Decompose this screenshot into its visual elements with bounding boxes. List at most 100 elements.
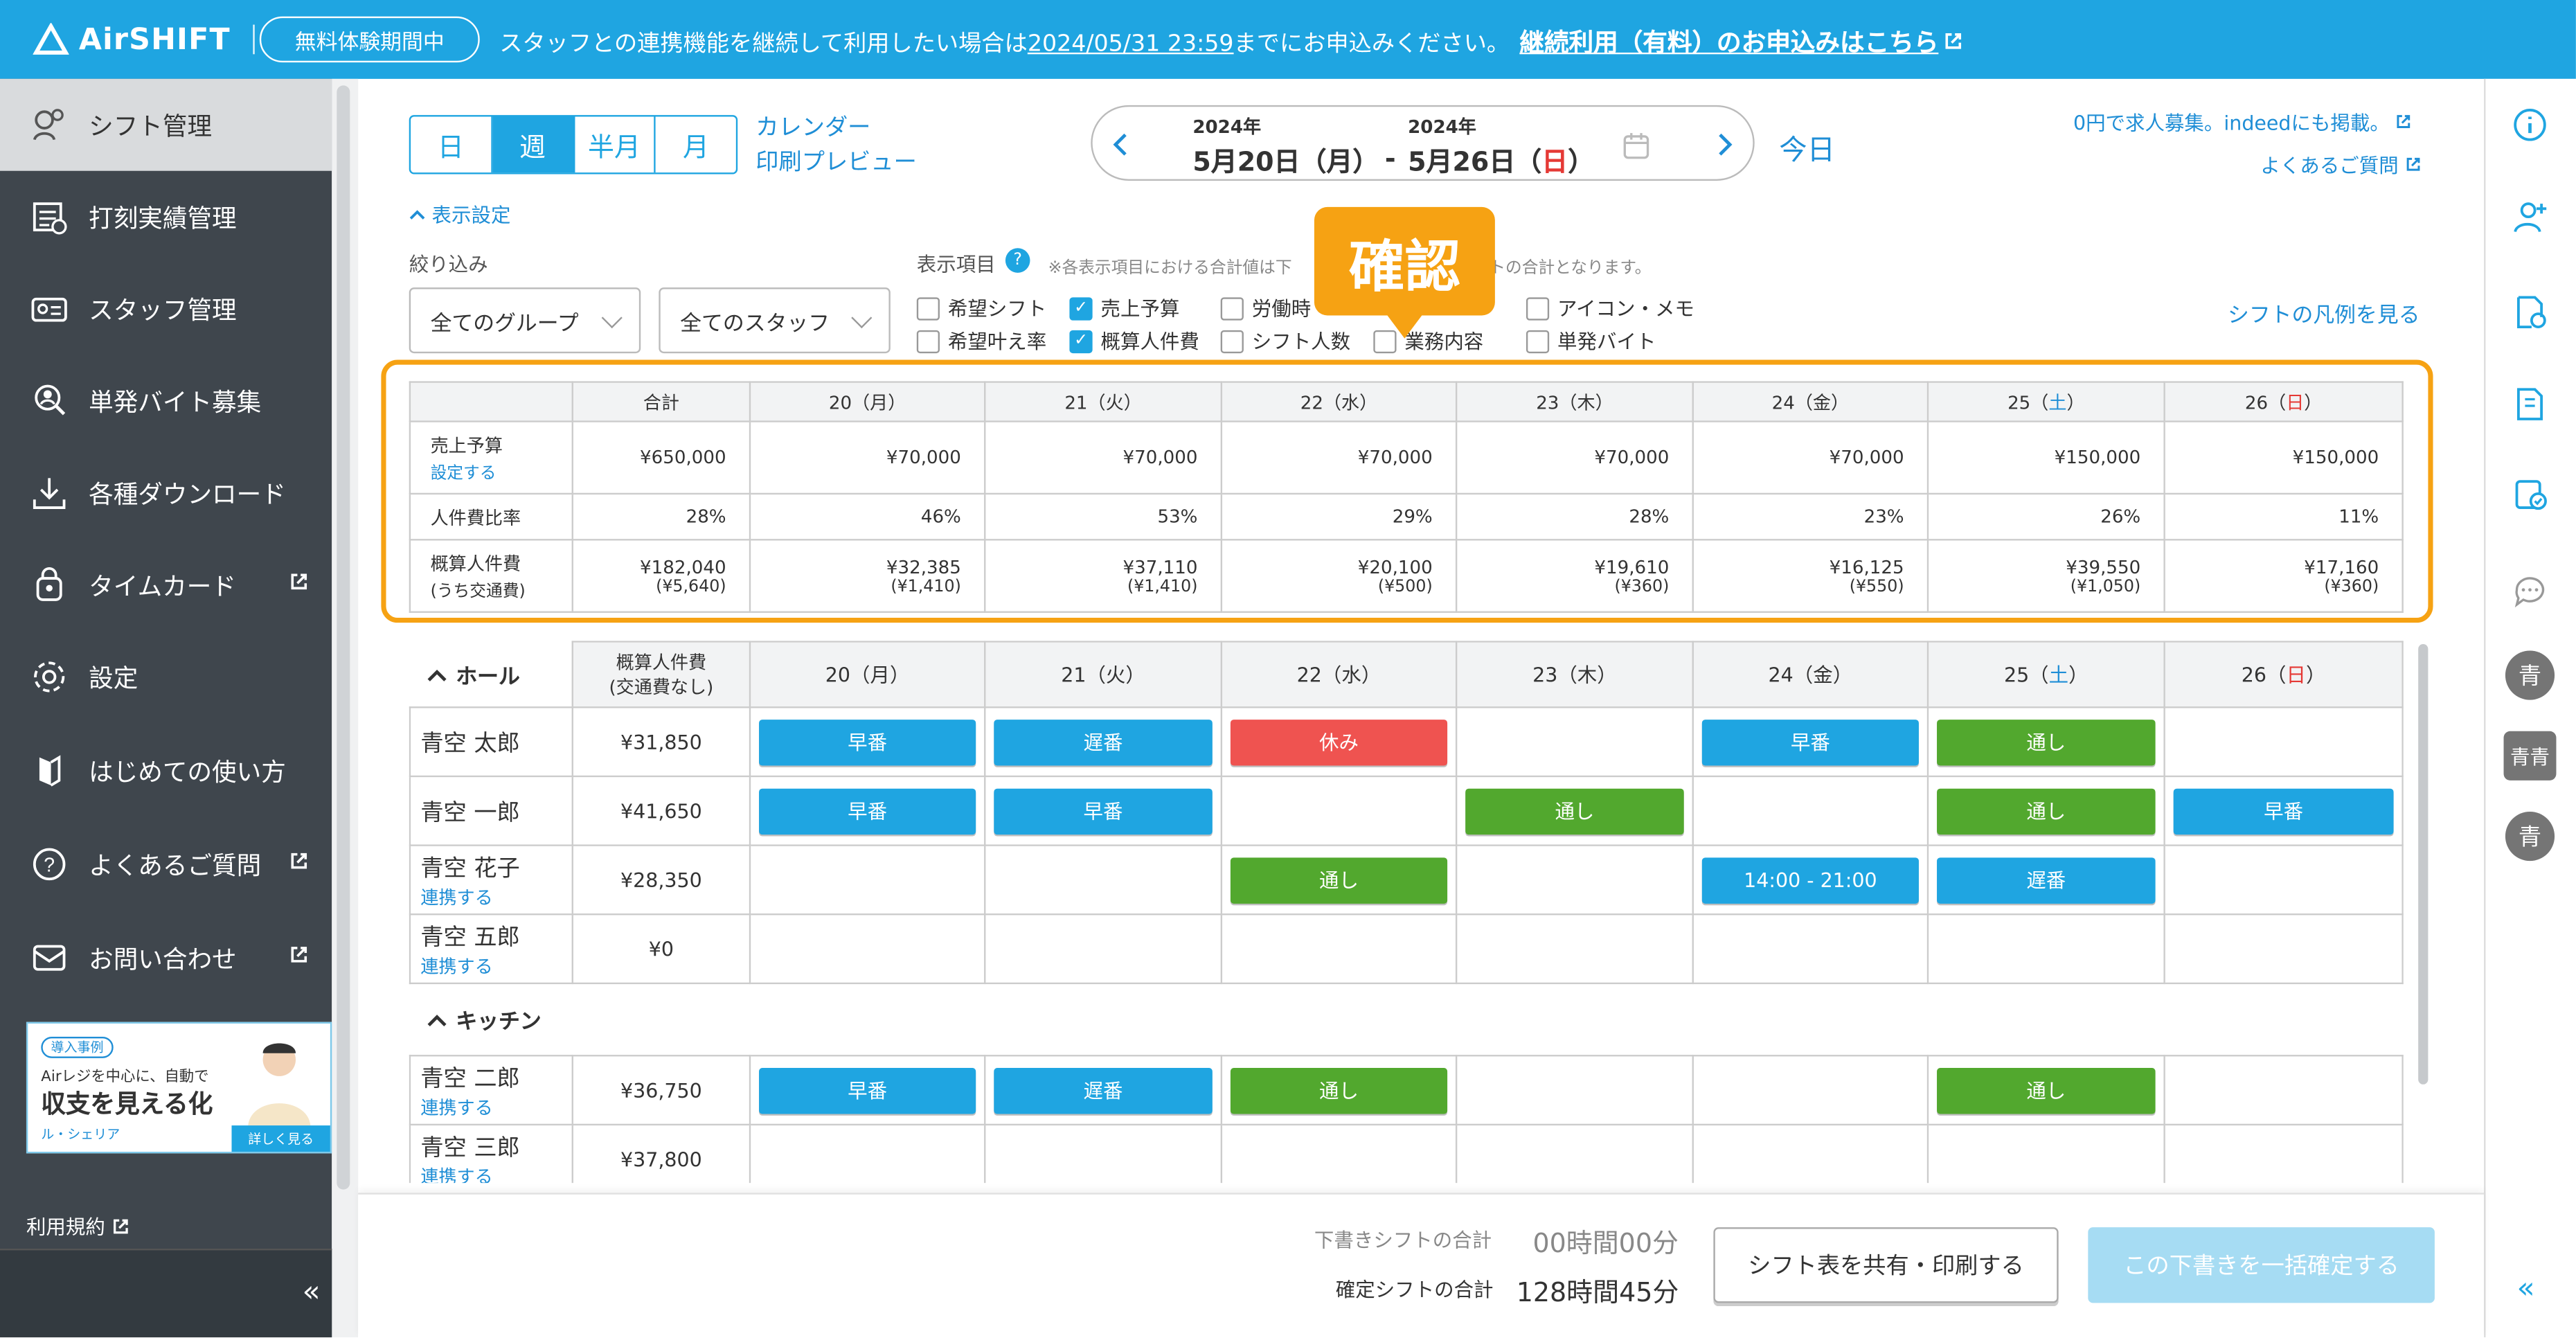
shift-cell[interactable]: 早番 [749, 1055, 986, 1126]
hall-section-toggle[interactable]: ホール [409, 641, 573, 708]
tab-half-month[interactable]: 半月 [574, 116, 656, 173]
checkbox-labor-cost[interactable]: ✓ 概算人件費 [1069, 327, 1199, 355]
document-hourglass-icon[interactable] [2510, 384, 2550, 424]
shift-cell[interactable] [984, 1123, 1223, 1184]
calendar-icon[interactable] [1622, 132, 1652, 161]
connect-staff-link[interactable]: 連携する [420, 952, 563, 979]
checkbox-icon-memo[interactable]: アイコン・メモ [1526, 294, 1694, 322]
checkbox-sales-budget[interactable]: ✓ 売上予算 [1069, 294, 1179, 322]
group-select[interactable]: 全てのグループ [409, 287, 641, 354]
shift-cell[interactable] [1220, 775, 1458, 846]
sidebar-item-shift[interactable]: シフト管理 [0, 78, 332, 171]
shift-cell[interactable]: 遅番 [984, 1055, 1223, 1126]
sidebar-item-settings[interactable]: 設定 [0, 631, 332, 723]
sidebar-item-staff[interactable]: スタッフ管理 [0, 263, 332, 355]
shift-block[interactable]: 遅番 [1937, 857, 2156, 903]
tab-week[interactable]: 週 [492, 116, 575, 173]
sidebar-item-faq[interactable]: ? よくあるご質問 [0, 818, 332, 910]
shift-block[interactable]: 早番 [994, 787, 1213, 834]
add-user-icon[interactable] [2510, 197, 2550, 237]
staff-name[interactable]: 青空 一郎 [420, 794, 563, 827]
shift-cell[interactable] [2163, 706, 2404, 778]
shift-cell[interactable] [749, 844, 986, 916]
shift-cell[interactable] [984, 913, 1223, 985]
sidebar-item-timestamp[interactable]: 打刻実績管理 [0, 171, 332, 263]
shift-block[interactable]: 遅番 [994, 1067, 1213, 1114]
staff-name[interactable]: 青空 二郎 [420, 1060, 563, 1093]
ad-more-button[interactable]: 詳しく見る [231, 1125, 330, 1152]
chevron-left-icon[interactable] [1109, 132, 1132, 158]
shift-cell[interactable]: 早番 [1692, 706, 1929, 778]
help-icon[interactable]: ? [1005, 248, 1030, 273]
shift-block[interactable]: 早番 [2173, 787, 2394, 834]
shift-block[interactable]: 早番 [759, 787, 976, 834]
shift-cell[interactable]: 早番 [749, 775, 986, 846]
shift-block[interactable]: 早番 [759, 718, 976, 765]
sidebar-item-contact[interactable]: お問い合わせ [0, 912, 332, 1004]
shift-scrollbar[interactable] [2418, 643, 2429, 1085]
shift-block[interactable]: 早番 [1701, 718, 1919, 765]
tab-day[interactable]: 日 [411, 116, 493, 173]
checkbox-wish-shift[interactable]: 希望シフト [916, 294, 1046, 322]
shift-cell[interactable]: 休み [1220, 706, 1458, 778]
share-print-button[interactable]: シフト表を共有・印刷する [1713, 1227, 2059, 1303]
staff-name[interactable]: 青空 三郎 [420, 1130, 563, 1162]
shift-cell[interactable]: 早番 [749, 706, 986, 778]
shift-cell[interactable]: 早番 [2163, 775, 2404, 846]
staff-name[interactable]: 青空 太郎 [420, 725, 563, 758]
sidebar-scrollbar[interactable] [337, 85, 350, 1190]
shift-cell[interactable] [2163, 1055, 2404, 1126]
kitchen-section-toggle[interactable]: キッチン [410, 983, 2403, 1055]
info-icon[interactable] [2510, 105, 2550, 145]
shift-cell[interactable]: 14:00 - 21:00 [1692, 844, 1929, 916]
collapse-sidebar-button[interactable]: « [303, 1275, 321, 1310]
shift-cell[interactable]: 通し [1455, 775, 1694, 846]
document-check-icon[interactable] [2510, 292, 2550, 332]
connect-staff-link[interactable]: 連携する [420, 883, 563, 909]
continue-subscription-link[interactable]: 継続利用（有料）のお申込みはこちら [1519, 28, 1963, 57]
start-date[interactable]: 5月20日（月） [1192, 140, 1379, 179]
shift-cell[interactable]: 遅番 [1926, 844, 2165, 916]
shift-cell[interactable] [1692, 1055, 1929, 1126]
shift-cell[interactable] [1455, 844, 1694, 916]
checkbox-wish-rate[interactable]: 希望叶え率 [916, 327, 1046, 355]
shift-block[interactable]: 通し [1937, 787, 2156, 834]
avatar[interactable]: 青 [2505, 650, 2555, 700]
shift-cell[interactable] [2163, 844, 2404, 916]
set-budget-link[interactable]: 設定する [431, 458, 549, 483]
sidebar-item-timecard[interactable]: タイムカード [0, 539, 332, 631]
shift-legend-link[interactable]: シフトの凡例を見る [2228, 297, 2420, 329]
shift-cell[interactable] [1455, 913, 1694, 985]
today-button[interactable]: 今日 [1779, 127, 1835, 168]
bulk-confirm-button[interactable]: この下書きを一括確定する [2088, 1227, 2435, 1303]
shift-block[interactable]: 早番 [759, 1067, 976, 1114]
staff-name[interactable]: 青空 花子 [420, 850, 563, 883]
display-settings-toggle[interactable]: 表示設定 [409, 200, 510, 228]
shift-cell[interactable]: 遅番 [984, 706, 1223, 778]
sidebar-item-download[interactable]: 各種ダウンロード [0, 447, 332, 539]
shift-block[interactable]: 遅番 [994, 718, 1213, 765]
calendar-link[interactable]: カレンダー [755, 112, 916, 146]
shift-block[interactable]: 休み [1230, 718, 1448, 765]
shift-block[interactable]: 通し [1230, 1067, 1448, 1114]
shift-cell[interactable]: 通し [1926, 1055, 2165, 1126]
shift-cell[interactable] [1692, 1123, 1929, 1184]
avatar[interactable]: 青 [2505, 811, 2555, 862]
shift-cell[interactable] [984, 844, 1223, 916]
avatar[interactable]: 青青 [2503, 731, 2557, 780]
shift-cell[interactable] [1455, 706, 1694, 778]
checkbox-single-job[interactable]: 単発バイト [1526, 327, 1656, 355]
shift-block[interactable]: 14:00 - 21:00 [1701, 857, 1919, 903]
shift-block[interactable]: 通し [1937, 718, 2156, 765]
staff-select[interactable]: 全てのスタッフ [659, 287, 891, 354]
connect-staff-link[interactable]: 連携する [420, 1162, 563, 1183]
shift-cell[interactable] [1692, 913, 1929, 985]
shift-block[interactable]: 通し [1465, 787, 1684, 834]
checkbox-shift-count[interactable]: シフト人数 [1220, 327, 1350, 355]
shift-cell[interactable] [1926, 1123, 2165, 1184]
sidebar-item-guide[interactable]: はじめての使い方 [0, 724, 332, 817]
airshift-logo[interactable]: AirSHIFT [33, 19, 256, 59]
case-study-banner[interactable]: 導入事例 Airレジを中心に、自動で 収支を見える化 ル・シェリア 詳しく見る [26, 1022, 332, 1154]
shift-cell[interactable]: 通し [1220, 844, 1458, 916]
shift-cell[interactable] [1455, 1055, 1694, 1126]
